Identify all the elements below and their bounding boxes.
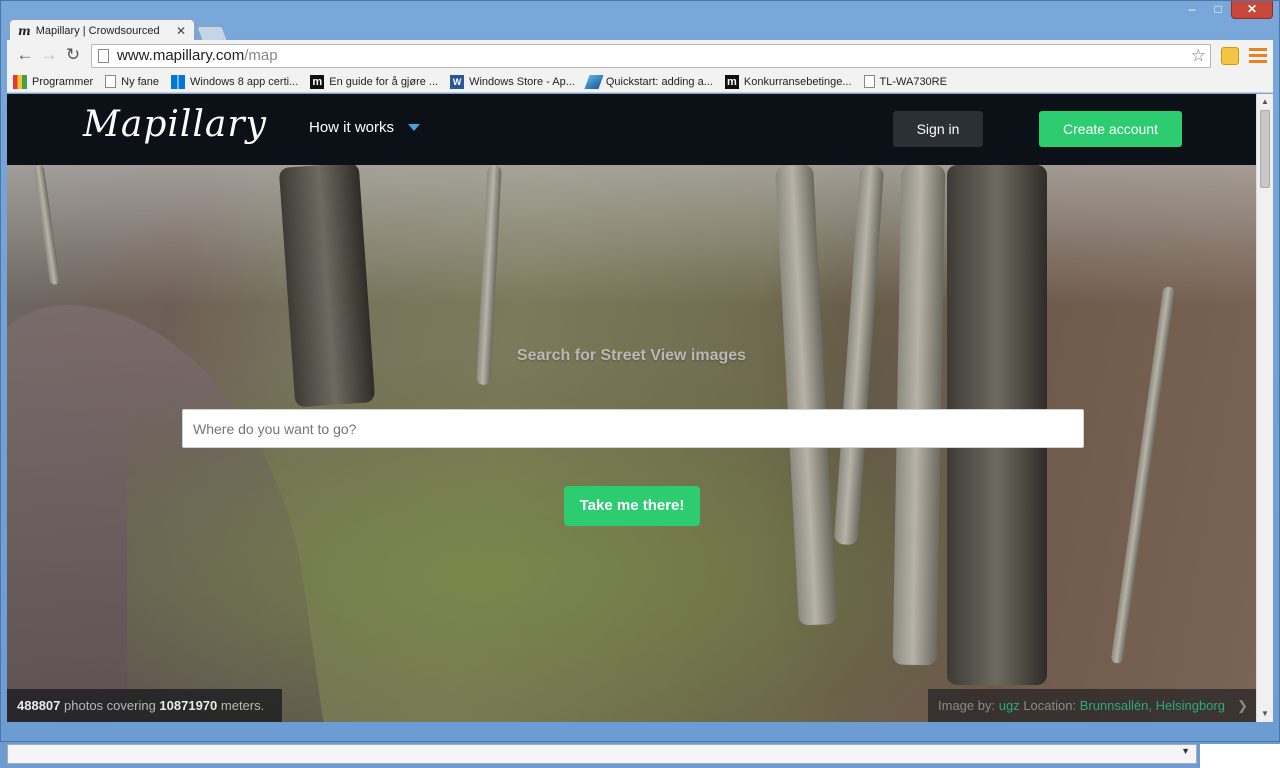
tab-bar: m Mapillary | Crowdsourced ✕ (9, 19, 228, 41)
forward-arrow-icon[interactable]: → (37, 44, 61, 68)
url-domain: www.mapillary.com (117, 47, 245, 64)
user-link[interactable]: ugz (999, 698, 1020, 713)
bookmark-item[interactable]: Programmer (13, 74, 94, 89)
take-me-there-button[interactable]: Take me there! (564, 486, 700, 526)
page-icon (105, 75, 117, 88)
how-it-works-label: How it works (309, 119, 395, 136)
tab-title: Mapillary | Crowdsourced (35, 24, 160, 37)
azure-icon (584, 74, 604, 89)
location-search-input[interactable] (182, 409, 1084, 448)
tree-trunk (1110, 286, 1176, 664)
extension-icon[interactable] (1221, 46, 1239, 65)
bookmark-item[interactable]: m Konkurransebetinge... (724, 74, 852, 89)
scroll-up-icon[interactable]: ▲ (1257, 94, 1273, 110)
bookmark-label: Programmer (32, 75, 94, 88)
mapillary-logo[interactable]: Mapillary (83, 104, 267, 145)
bookmark-label: Ny fane (121, 75, 160, 88)
apps-grid-icon (13, 74, 27, 89)
m-icon: m (724, 74, 739, 89)
new-tab-button[interactable] (196, 26, 228, 41)
bookmark-item[interactable]: Ny fane (105, 75, 159, 88)
page-icon (98, 48, 109, 63)
dropdown-arrow-icon[interactable]: ▼ (1181, 746, 1190, 756)
bookmark-label: Windows 8 app certi... (190, 75, 299, 88)
how-it-works-menu[interactable]: How it works (309, 119, 421, 136)
sign-in-button[interactable]: Sign in (893, 111, 983, 147)
reload-icon[interactable]: ↻ (61, 44, 85, 68)
m-icon: m (310, 74, 325, 89)
meter-count: 10871970 (159, 698, 218, 713)
bookmark-label: Windows Store - Ap... (469, 75, 575, 88)
address-bar[interactable]: www.mapillary.com/map ☆ (91, 43, 1211, 68)
image-credit: Image by: ugz Location: Brunnsallén, Hel… (928, 689, 1256, 722)
close-window-icon[interactable]: ✕ (1231, 1, 1273, 19)
bookmark-item[interactable]: Windows 8 app certi... (171, 74, 299, 89)
image-by-label: Image by: (938, 698, 996, 713)
page-icon (863, 75, 875, 88)
bookmark-star-icon[interactable]: ☆ (1191, 46, 1206, 66)
url-path: /map (244, 47, 278, 64)
coverage-stats: 488807 photos covering 10871970 meters. (7, 689, 282, 722)
browser-toolbar: ← → ↻ www.mapillary.com/map ☆ (7, 40, 1273, 71)
vertical-scrollbar[interactable]: ▲ ▼ (1256, 94, 1273, 722)
bookmark-item[interactable]: Quickstart: adding a... (584, 74, 713, 89)
browser-menu-icon[interactable] (1249, 48, 1267, 63)
mapillary-favicon-icon: m (18, 23, 31, 38)
photos-text: photos covering (64, 698, 156, 713)
chevron-down-icon (408, 124, 421, 131)
meters-text: meters. (220, 698, 265, 713)
site-header: Mapillary How it works Sign in Create ac… (7, 94, 1256, 165)
close-tab-icon[interactable]: ✕ (176, 24, 186, 38)
tree-trunk (278, 165, 376, 408)
page-viewport: Mapillary How it works Sign in Create ac… (7, 94, 1273, 722)
windows-icon (171, 74, 186, 89)
scroll-down-icon[interactable]: ▼ (1257, 706, 1273, 722)
bookmark-label: En guide for å gjøre ... (329, 75, 439, 88)
minimize-icon[interactable]: – (1179, 1, 1205, 19)
photo-sky (7, 165, 1256, 305)
maximize-icon[interactable]: □ (1205, 1, 1231, 19)
create-account-button[interactable]: Create account (1039, 111, 1182, 147)
bookmark-item[interactable]: W Windows Store - Ap... (450, 74, 575, 89)
location-label: Location: (1023, 698, 1077, 713)
bookmark-item[interactable]: TL-WA730RE (863, 75, 947, 88)
bookmark-label: Quickstart: adding a... (605, 75, 713, 88)
word-icon: W (450, 74, 465, 89)
scroll-thumb[interactable] (1260, 110, 1270, 188)
back-arrow-icon[interactable]: ← (13, 44, 37, 68)
bookmark-label: TL-WA730RE (879, 75, 947, 88)
hero-heading: Search for Street View images (516, 347, 747, 364)
photo-count: 488807 (17, 698, 61, 713)
screen-corner (1200, 744, 1280, 768)
location-link[interactable]: Brunnsallén, Helsingborg (1080, 698, 1225, 713)
hero-photo: Search for Street View images Take me th… (7, 165, 1256, 722)
chevron-right-icon[interactable]: ❯ (1237, 689, 1248, 722)
bottom-dropdown-bar[interactable]: ▼ (7, 744, 1197, 764)
bookmark-item[interactable]: m En guide for å gjøre ... (310, 74, 439, 89)
bookmark-label: Konkurransebetinge... (743, 75, 852, 88)
browser-tab[interactable]: m Mapillary | Crowdsourced ✕ (9, 19, 195, 41)
window-controls: – □ ✕ (1179, 1, 1273, 19)
bookmarks-bar: Programmer Ny fane Windows 8 app certi..… (7, 71, 1273, 93)
